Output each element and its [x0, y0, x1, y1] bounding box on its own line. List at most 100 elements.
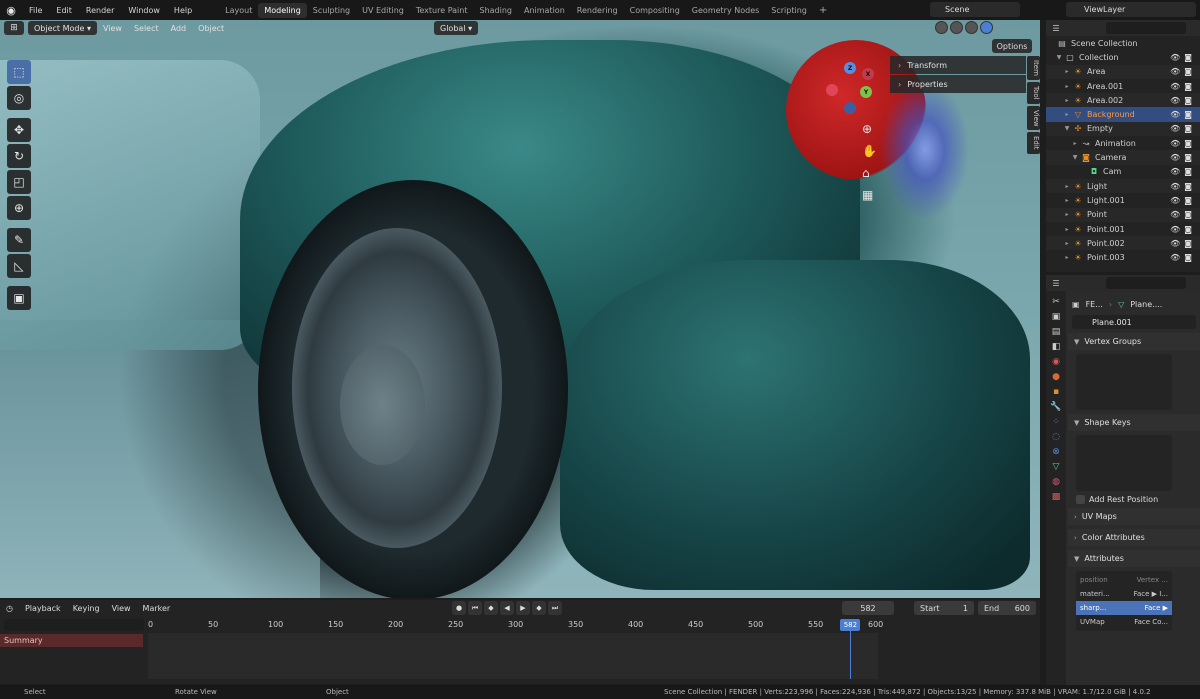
outliner-item[interactable]: ▸ ☀ Area.002 👁◙: [1046, 93, 1200, 108]
menu-file[interactable]: File: [22, 6, 49, 15]
mesh-data-name-field[interactable]: Plane.001: [1072, 315, 1196, 329]
tab-compositing[interactable]: Compositing: [624, 3, 686, 18]
viewport-menu-object[interactable]: Object: [192, 24, 230, 33]
visibility-toggle-icon[interactable]: 👁◙: [1170, 153, 1196, 162]
visibility-toggle-icon[interactable]: 👁◙: [1170, 225, 1196, 234]
tab-view[interactable]: View: [1027, 105, 1040, 131]
view-layer-tab-icon[interactable]: ◧: [1052, 342, 1061, 352]
rotate-tool-icon[interactable]: ↻: [7, 144, 31, 168]
expand-arrow-icon[interactable]: ▸: [1062, 83, 1072, 90]
navigation-gizmo[interactable]: Z Y X: [826, 62, 876, 114]
expand-arrow-icon[interactable]: ▸: [1062, 97, 1072, 104]
z-axis-icon[interactable]: Z: [844, 62, 856, 74]
outliner-search-input[interactable]: [1106, 22, 1186, 34]
object-mode-dropdown[interactable]: Object Mode ▾: [28, 21, 97, 35]
visibility-toggle-icon[interactable]: 👁◙: [1170, 239, 1196, 248]
tab-shading[interactable]: Shading: [473, 3, 518, 18]
modifier-tab-icon[interactable]: 🔧: [1050, 402, 1061, 412]
scene-selector[interactable]: Scene: [930, 2, 1020, 17]
visibility-toggle-icon[interactable]: 👁◙: [1170, 210, 1196, 219]
shading-mode-buttons[interactable]: [935, 21, 993, 34]
tool-tab-icon[interactable]: ✂: [1052, 297, 1060, 307]
physics-tab-icon[interactable]: ◌: [1052, 432, 1060, 442]
outliner-item[interactable]: ▼ ▢ Collection 👁◙: [1046, 50, 1200, 64]
end-frame-field[interactable]: End 600: [978, 601, 1036, 615]
camera-view-icon[interactable]: ⌂: [862, 166, 877, 180]
visibility-toggle-icon[interactable]: 👁◙: [1170, 167, 1196, 176]
playhead-label[interactable]: 582: [840, 619, 861, 631]
world-tab-icon[interactable]: ●: [1052, 372, 1060, 382]
tab-texture-paint[interactable]: Texture Paint: [410, 3, 474, 18]
transform-panel-header[interactable]: › Transform: [890, 56, 1026, 74]
pan-hand-icon[interactable]: ✋: [862, 144, 877, 158]
tab-modeling[interactable]: Modeling: [258, 2, 307, 18]
tab-layout[interactable]: Layout: [219, 3, 258, 18]
transform-tool-icon[interactable]: ⊕: [7, 196, 31, 220]
summary-channel[interactable]: Summary: [0, 634, 143, 647]
jump-start-icon[interactable]: ⏮: [468, 601, 482, 615]
wireframe-shading-icon[interactable]: [935, 21, 948, 34]
render-tab-icon[interactable]: ▣: [1052, 312, 1061, 322]
visibility-toggle-icon[interactable]: 👁◙: [1170, 182, 1196, 191]
outliner-item[interactable]: ▸ ▽ Background 👁◙: [1046, 107, 1200, 122]
add-cube-tool-icon[interactable]: ▣: [7, 286, 31, 310]
expand-arrow-icon[interactable]: ▼: [1070, 154, 1080, 161]
tab-uv-editing[interactable]: UV Editing: [356, 3, 410, 18]
attributes-panel-header[interactable]: ▼ Attributes: [1068, 550, 1200, 567]
color-attributes-panel-header[interactable]: › Color Attributes: [1068, 529, 1200, 546]
particles-tab-icon[interactable]: ⁘: [1052, 417, 1060, 427]
outliner-item[interactable]: ▼ ◙ Camera 👁◙: [1046, 150, 1200, 165]
outliner-item[interactable]: ▸ ☀ Area 👁◙: [1046, 64, 1200, 79]
current-frame-field[interactable]: 582: [842, 601, 894, 615]
visibility-toggle-icon[interactable]: 👁◙: [1170, 67, 1196, 76]
object-tab-icon[interactable]: ▪: [1053, 387, 1059, 397]
expand-arrow-icon[interactable]: ▼: [1062, 125, 1072, 132]
attribute-row[interactable]: materi... Face ▶ I...: [1076, 587, 1172, 601]
outliner-item[interactable]: ◘ Cam 👁◙: [1046, 165, 1200, 179]
prev-keyframe-icon[interactable]: ◆: [484, 601, 498, 615]
neg-z-axis-icon[interactable]: [844, 102, 856, 114]
frame-ruler[interactable]: 0 50 100 150 200 250 300 350 400 450 500 550 600: [148, 619, 883, 632]
view-layer-selector[interactable]: ViewLayer: [1066, 2, 1196, 17]
zoom-icon[interactable]: ⊕: [862, 122, 877, 136]
move-tool-icon[interactable]: ✥: [7, 118, 31, 142]
timeline-menu-view[interactable]: View: [106, 604, 137, 613]
expand-arrow-icon[interactable]: ▸: [1062, 197, 1072, 204]
add-workspace-button[interactable]: +: [813, 5, 833, 16]
expand-arrow-icon[interactable]: ▸: [1070, 140, 1080, 147]
viewport-menu-add[interactable]: Add: [165, 24, 193, 33]
vertex-groups-panel-header[interactable]: ▼ Vertex Groups: [1068, 333, 1200, 350]
solid-shading-icon[interactable]: [950, 21, 963, 34]
expand-arrow-icon[interactable]: ▸: [1062, 226, 1072, 233]
uv-maps-panel-header[interactable]: › UV Maps: [1068, 508, 1200, 525]
outliner-item[interactable]: ▸ ☀ Point.003 👁◙: [1046, 250, 1200, 264]
viewport-menu-view[interactable]: View: [97, 24, 128, 33]
visibility-toggle-icon[interactable]: 👁◙: [1170, 82, 1196, 91]
expand-arrow-icon[interactable]: ▸: [1062, 68, 1072, 75]
blender-logo-icon[interactable]: ◉: [0, 4, 22, 17]
visibility-toggle-icon[interactable]: 👁◙: [1170, 196, 1196, 205]
material-shading-icon[interactable]: [965, 21, 978, 34]
tab-tool[interactable]: Tool: [1027, 81, 1040, 104]
add-rest-position-row[interactable]: Add Rest Position: [1068, 495, 1200, 504]
record-icon[interactable]: ●: [452, 601, 466, 615]
tab-item[interactable]: Item: [1027, 56, 1040, 80]
y-axis-icon[interactable]: Y: [860, 86, 872, 98]
select-box-tool-icon[interactable]: ⬚: [7, 60, 31, 84]
visibility-toggle-icon[interactable]: 👁◙: [1170, 139, 1196, 148]
expand-arrow-icon[interactable]: ▸: [1062, 254, 1072, 261]
material-tab-icon[interactable]: ◍: [1052, 477, 1060, 487]
tab-edit[interactable]: Edit: [1027, 132, 1040, 154]
transform-orientation-dropdown[interactable]: Global ▾: [434, 21, 479, 35]
visibility-toggle-icon[interactable]: 👁◙: [1170, 96, 1196, 105]
visibility-toggle-icon[interactable]: 👁◙: [1170, 124, 1196, 133]
outliner-item[interactable]: ▸ ☀ Light.001 👁◙: [1046, 193, 1200, 207]
timeline-menu-marker[interactable]: Marker: [137, 604, 177, 613]
measure-tool-icon[interactable]: ◺: [7, 254, 31, 278]
expand-arrow-icon[interactable]: ▸: [1062, 183, 1072, 190]
attributes-list[interactable]: position Vertex ... materi... Face ▶ I..…: [1076, 571, 1172, 631]
shape-keys-list[interactable]: [1076, 435, 1172, 491]
annotate-tool-icon[interactable]: ✎: [7, 228, 31, 252]
tab-scripting[interactable]: Scripting: [765, 3, 813, 18]
attribute-row[interactable]: position Vertex ...: [1076, 573, 1172, 587]
